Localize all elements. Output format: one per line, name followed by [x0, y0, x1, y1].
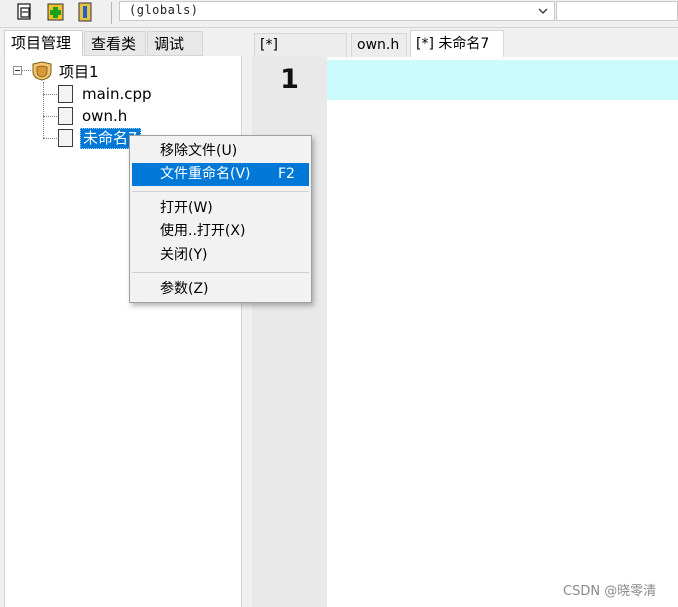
context-menu: 移除文件(U) 文件重命名(V) F2 打开(W) 使用..打开(X) 关闭(Y… — [129, 135, 312, 303]
menu-item-label: 参数(Z) — [160, 281, 209, 297]
file-icon — [58, 107, 73, 125]
editor-tab-own-h[interactable]: own.h — [351, 33, 407, 57]
menu-item-open[interactable]: 打开(W) — [132, 197, 309, 220]
project-folder-icon — [31, 61, 53, 81]
menu-item-rename-file[interactable]: 文件重命名(V) F2 — [132, 163, 309, 186]
function-select[interactable] — [556, 1, 678, 21]
tree-file-own-h[interactable]: own.h — [82, 107, 127, 125]
tab-debug[interactable]: 调试 — [147, 31, 203, 56]
current-line-highlight[interactable] — [327, 60, 678, 100]
insert-button[interactable] — [74, 1, 96, 23]
tab-class-view[interactable]: 查看类 — [84, 31, 146, 56]
file-icon — [58, 85, 73, 103]
add-file-icon — [47, 3, 64, 21]
tree-connector — [43, 94, 57, 95]
tree-connector — [43, 82, 44, 138]
collapse-toggle[interactable] — [13, 66, 22, 75]
toolbar-separator — [111, 2, 112, 24]
tab-project-manager[interactable]: 项目管理 — [4, 30, 83, 57]
add-file-button[interactable] — [45, 1, 67, 23]
menu-item-label: 打开(W) — [160, 200, 213, 216]
editor-tab-unnamed7[interactable]: [*] 未命名7 — [410, 30, 504, 57]
menu-item-open-with[interactable]: 使用..打开(X) — [132, 220, 309, 243]
editor-tab-main-cpp[interactable]: [*] main.cpp — [254, 33, 347, 75]
scope-select-value: (globals) — [129, 3, 199, 17]
menu-item-label: 文件重命名(V) — [160, 166, 251, 182]
insert-icon — [78, 2, 92, 22]
tree-project-label[interactable]: 项目1 — [59, 61, 99, 82]
tree-connector — [43, 116, 57, 117]
menu-item-label: 关闭(Y) — [160, 247, 208, 263]
chevron-down-icon[interactable] — [532, 2, 554, 20]
menu-item-remove-file[interactable]: 移除文件(U) — [132, 140, 309, 163]
menu-item-label: 移除文件(U) — [160, 143, 238, 159]
menu-item-close[interactable]: 关闭(Y) — [132, 244, 309, 267]
menu-separator — [132, 191, 309, 192]
code-editor[interactable] — [327, 57, 678, 607]
menu-item-shortcut: F2 — [278, 166, 295, 182]
scope-select[interactable]: (globals) — [119, 1, 555, 21]
new-file-button[interactable] — [14, 1, 36, 23]
menu-item-label: 使用..打开(X) — [160, 223, 246, 239]
tree-connector — [22, 70, 31, 71]
menu-item-parameters[interactable]: 参数(Z) — [132, 278, 309, 301]
tree-connector — [43, 138, 57, 139]
new-file-icon — [17, 3, 31, 20]
menu-separator — [132, 272, 309, 273]
panel-splitter[interactable] — [242, 28, 252, 607]
line-number: 1 — [280, 64, 299, 95]
file-icon — [58, 129, 73, 147]
tree-file-main-cpp[interactable]: main.cpp — [82, 85, 152, 103]
watermark-text: CSDN @晓零清 — [563, 584, 657, 599]
